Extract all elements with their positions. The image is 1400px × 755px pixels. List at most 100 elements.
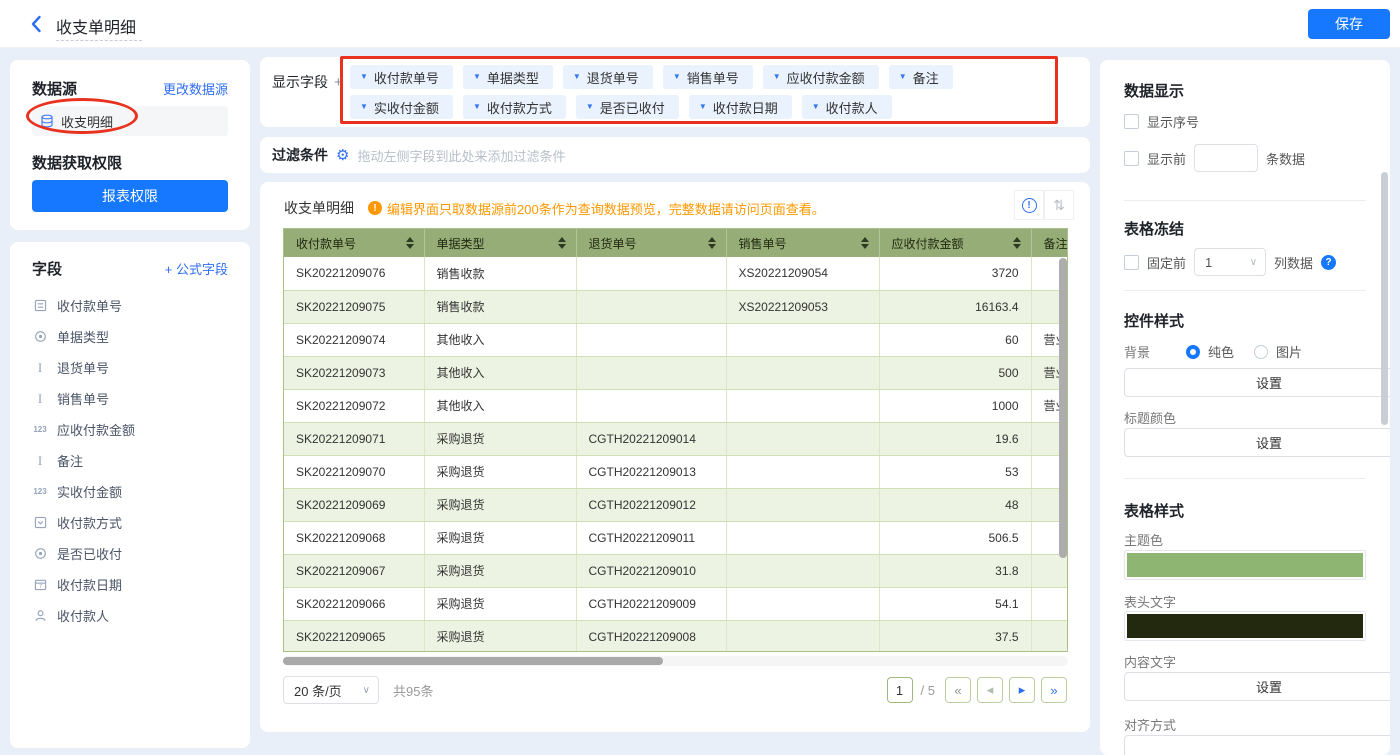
divider — [1124, 290, 1366, 291]
field-label: 单据类型 — [57, 327, 109, 346]
column-label: 应收付款金额 — [892, 235, 964, 252]
column-header[interactable]: 备注 — [1031, 229, 1068, 257]
column-sort-icon[interactable] — [861, 237, 869, 249]
table-row[interactable]: SK20221209066采购退货CGTH2022120900954.1 — [284, 587, 1068, 620]
table-row[interactable]: SK20221209074其他收入60营业外收 — [284, 323, 1068, 356]
field-item[interactable]: 7收付款日期 — [32, 569, 238, 600]
column-header[interactable]: 收付款单号 — [284, 229, 424, 257]
content-text-setting-button[interactable]: 设置 — [1124, 672, 1390, 701]
column-sort-icon[interactable] — [558, 237, 566, 249]
table-cell — [576, 389, 726, 422]
column-header[interactable]: 单据类型 — [424, 229, 576, 257]
table-row[interactable]: SK20221209067采购退货CGTH2022120901031.8 — [284, 554, 1068, 587]
display-field-chip[interactable]: ▼收付款单号 — [350, 65, 453, 89]
table-cell: SK20221209070 — [284, 455, 424, 488]
add-display-field-button[interactable]: + — [334, 74, 343, 91]
table-horizontal-scrollbar[interactable] — [283, 656, 1068, 666]
table-row[interactable]: SK20221209068采购退货CGTH20221209011506.5 — [284, 521, 1068, 554]
column-sort-icon[interactable] — [708, 237, 716, 249]
table-row[interactable]: SK20221209069采购退货CGTH2022120901248 — [284, 488, 1068, 521]
table-cell: CGTH20221209011 — [576, 521, 726, 554]
first-page-button[interactable]: « — [945, 677, 971, 703]
display-field-chip[interactable]: ▼收付款人 — [802, 95, 892, 119]
title-color-setting-button[interactable]: 设置 — [1124, 428, 1390, 457]
show-first-checkbox[interactable] — [1124, 151, 1139, 166]
display-field-chip[interactable]: ▼实收付金额 — [350, 95, 453, 119]
sort-updown-icon: ⇅ — [1053, 197, 1065, 214]
field-item[interactable]: 收付款单号 — [32, 290, 238, 321]
page-size-select[interactable]: 20 条/页 ∨ — [283, 676, 379, 704]
field-label: 销售单号 — [57, 389, 109, 408]
field-item[interactable]: 收付款人 — [32, 600, 238, 631]
chevron-down-icon: ▼ — [899, 73, 907, 81]
solid-color-radio[interactable] — [1186, 345, 1200, 359]
display-field-chip[interactable]: ▼销售单号 — [663, 65, 753, 89]
change-datasource-link[interactable]: 更改数据源 — [163, 79, 228, 98]
table-cell: 其他收入 — [424, 389, 576, 422]
prev-page-button[interactable]: ◂ — [977, 677, 1003, 703]
table-row[interactable]: SK20221209075销售收款XS2022120905316163.4 — [284, 290, 1068, 323]
table-row[interactable]: SK20221209070采购退货CGTH2022120901353 — [284, 455, 1068, 488]
table-cell — [726, 323, 879, 356]
content-text-label: 内容文字 — [1124, 652, 1366, 671]
display-field-chip[interactable]: ▼应收付款金额 — [763, 65, 879, 89]
table-row[interactable]: SK20221209076销售收款XS202212090543720 — [284, 257, 1068, 290]
table-cell: 31.8 — [879, 554, 1031, 587]
display-field-chip[interactable]: ▼是否已收付 — [576, 95, 679, 119]
field-item[interactable]: I退货单号 — [32, 352, 238, 383]
table-cell: 采购退货 — [424, 455, 576, 488]
background-setting-button[interactable]: 设置 — [1124, 368, 1390, 397]
display-field-chip[interactable]: ▼退货单号 — [563, 65, 653, 89]
gear-icon[interactable]: ⚙ — [336, 148, 349, 163]
field-item[interactable]: 是否已收付 — [32, 538, 238, 569]
freeze-count-select[interactable]: 1 ∨ — [1194, 248, 1266, 276]
field-item[interactable]: 单据类型 — [32, 321, 238, 352]
sort-tool-button[interactable]: ⇅ — [1044, 190, 1074, 220]
row-limit-input[interactable] — [1194, 144, 1258, 172]
save-button[interactable]: 保存 — [1308, 9, 1390, 39]
display-field-chip[interactable]: ▼收付款方式 — [463, 95, 566, 119]
panel-scrollbar[interactable] — [1381, 172, 1388, 425]
freeze-count-value: 1 — [1205, 255, 1212, 270]
datasource-item[interactable]: 收支明细 — [32, 106, 228, 136]
add-formula-field-link[interactable]: + 公式字段 — [165, 259, 228, 278]
current-page-input[interactable]: 1 — [887, 677, 913, 703]
radio-icon — [32, 330, 48, 343]
theme-color-swatch[interactable] — [1124, 550, 1366, 580]
info-button[interactable]: ! — [1014, 190, 1044, 220]
column-header[interactable]: 销售单号 — [726, 229, 879, 257]
field-item[interactable]: 收付款方式 — [32, 507, 238, 538]
field-item[interactable]: I备注 — [32, 445, 238, 476]
table-vertical-scrollbar[interactable] — [1059, 258, 1067, 558]
chip-label: 收付款人 — [826, 98, 878, 117]
table-row[interactable]: SK20221209073其他收入500营业外收 — [284, 356, 1068, 389]
column-header[interactable]: 应收付款金额 — [879, 229, 1031, 257]
alignment-control[interactable] — [1124, 735, 1390, 755]
back-button[interactable] — [26, 13, 48, 35]
field-item[interactable]: I销售单号 — [32, 383, 238, 414]
show-index-checkbox[interactable] — [1124, 114, 1139, 129]
filter-dropzone[interactable]: 拖动左侧字段到此处来添加过滤条件 — [357, 146, 565, 165]
display-field-chip[interactable]: ▼备注 — [889, 65, 953, 89]
report-permission-button[interactable]: 报表权限 — [32, 180, 228, 212]
column-header[interactable]: 退货单号 — [576, 229, 726, 257]
field-item[interactable]: 123应收付款金额 — [32, 414, 238, 445]
column-sort-icon[interactable] — [406, 237, 414, 249]
image-radio[interactable] — [1254, 345, 1268, 359]
table-row[interactable]: SK20221209065采购退货CGTH2022120900837.5 — [284, 620, 1068, 652]
display-field-chip[interactable]: ▼单据类型 — [463, 65, 553, 89]
last-page-button[interactable]: » — [1041, 677, 1067, 703]
column-sort-icon[interactable] — [1013, 237, 1021, 249]
field-label: 是否已收付 — [57, 544, 122, 563]
next-page-button[interactable]: ▸ — [1009, 677, 1035, 703]
table-row[interactable]: SK20221209071采购退货CGTH2022120901419.6 — [284, 422, 1068, 455]
select-icon — [32, 516, 48, 529]
header-text-color-swatch[interactable] — [1124, 611, 1366, 641]
display-field-chip[interactable]: ▼收付款日期 — [689, 95, 792, 119]
table-row[interactable]: SK20221209072其他收入1000营业外收 — [284, 389, 1068, 422]
table-cell: 48 — [879, 488, 1031, 521]
freeze-checkbox[interactable] — [1124, 255, 1139, 270]
field-item[interactable]: 123实收付金额 — [32, 476, 238, 507]
help-icon[interactable]: ? — [1321, 255, 1336, 270]
database-icon — [40, 114, 54, 128]
